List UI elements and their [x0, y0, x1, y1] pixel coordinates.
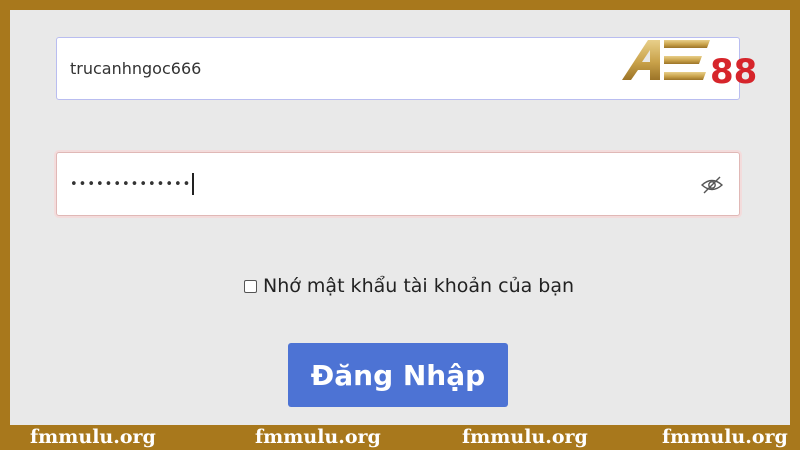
- watermark-text: fmmulu.org: [662, 426, 788, 448]
- svg-text:88: 88: [710, 52, 757, 90]
- remember-me[interactable]: Nhớ mật khẩu tài khoản của bạn: [244, 275, 574, 297]
- watermark-text: fmmulu.org: [462, 426, 588, 448]
- password-mask: ••••••••••••••: [70, 176, 192, 192]
- login-button[interactable]: Đăng Nhập: [288, 343, 508, 407]
- eye-slash-icon[interactable]: [700, 175, 724, 199]
- password-input[interactable]: ••••••••••••••: [56, 152, 740, 216]
- username-value: trucanhngoc666: [70, 59, 202, 78]
- remember-label: Nhớ mật khẩu tài khoản của bạn: [263, 275, 575, 297]
- login-panel: trucanhngoc666 88 •••••••••••••• Nhớ mật…: [10, 10, 790, 425]
- text-caret: [192, 173, 195, 195]
- watermark-text: fmmulu.org: [255, 426, 381, 448]
- watermark-bar: fmmulu.org fmmulu.org fmmulu.org fmmulu.…: [0, 425, 800, 450]
- ae88-logo: 88: [610, 34, 770, 92]
- login-button-label: Đăng Nhập: [310, 358, 486, 392]
- watermark-text: fmmulu.org: [30, 426, 156, 448]
- remember-checkbox[interactable]: [244, 279, 257, 293]
